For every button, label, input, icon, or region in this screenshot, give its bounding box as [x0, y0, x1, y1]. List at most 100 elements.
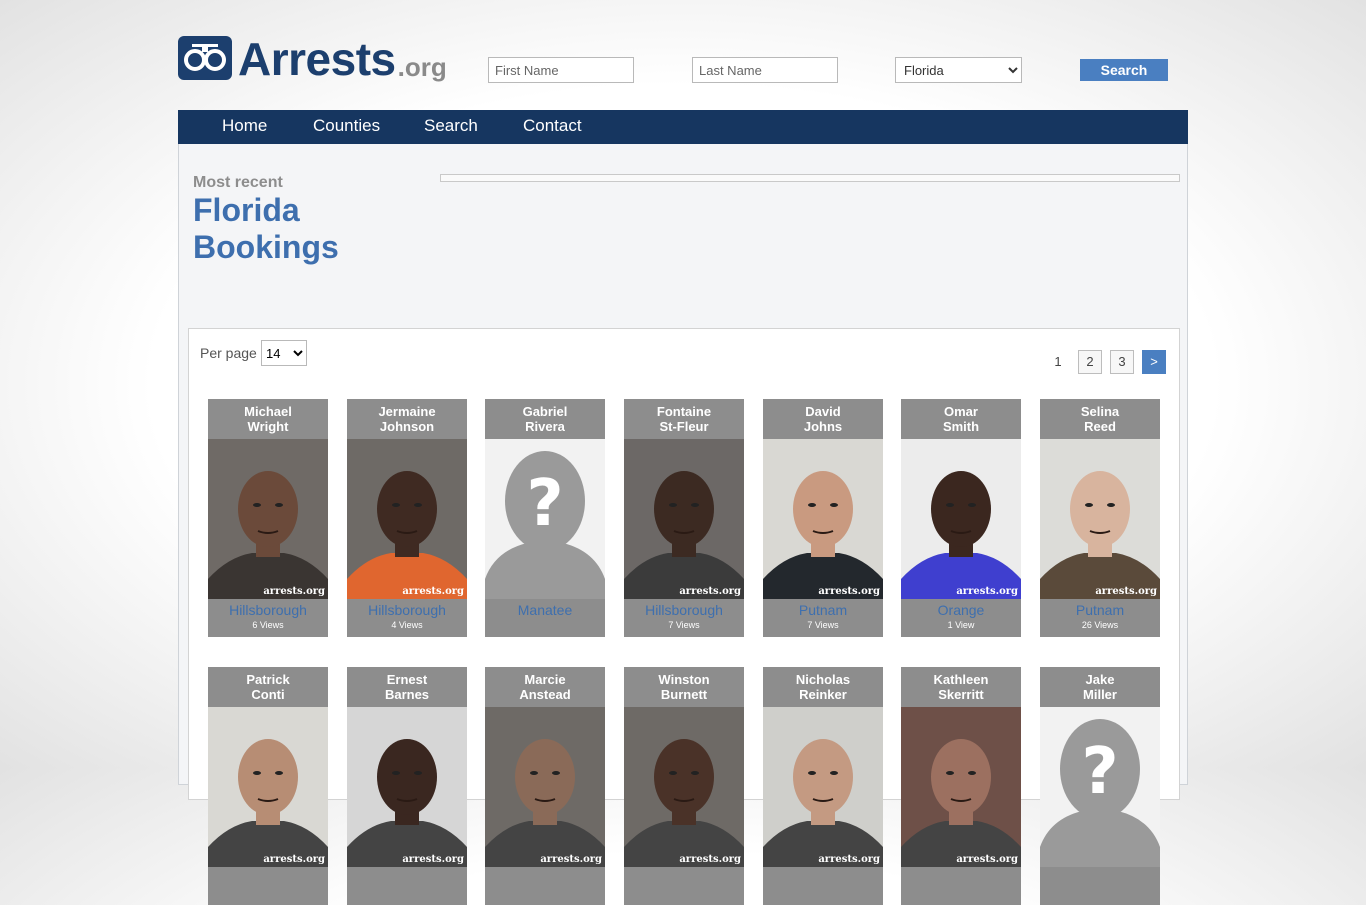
page-2-link[interactable]: 2: [1078, 350, 1102, 374]
page-title-line2: Bookings: [193, 229, 339, 265]
view-count: 6 Views: [252, 620, 284, 630]
mugshot-photo[interactable]: arrests.org: [485, 707, 605, 867]
view-count: 4 Views: [391, 620, 423, 630]
mugshot-photo[interactable]: arrests.org: [763, 707, 883, 867]
booking-card[interactable]: Jake Miller?: [1040, 667, 1160, 905]
nav-search[interactable]: Search: [424, 110, 478, 144]
search-button[interactable]: Search: [1080, 59, 1168, 81]
county-link[interactable]: Hillsborough: [624, 602, 744, 618]
booking-card[interactable]: Jermaine Johnson arrests.org Hillsborough 4 …: [347, 399, 467, 637]
booking-card[interactable]: Marcie Anstead arrests.org: [485, 667, 605, 905]
inmate-last-name: Skerritt: [938, 687, 984, 702]
booking-card[interactable]: Nicholas Reinker arrests.org: [763, 667, 883, 905]
watermark: arrests.org: [679, 854, 741, 865]
state-select[interactable]: Florida: [895, 57, 1022, 83]
inmate-last-name: Reinker: [799, 687, 847, 702]
inmate-name[interactable]: Selina Reed: [1040, 399, 1160, 439]
page-3-link[interactable]: 3: [1110, 350, 1134, 374]
watermark: arrests.org: [818, 854, 880, 865]
mugshot-photo[interactable]: arrests.org: [624, 707, 744, 867]
inmate-name[interactable]: Patrick Conti: [208, 667, 328, 707]
nav-home[interactable]: Home: [222, 110, 267, 144]
mugshot-photo[interactable]: arrests.org: [763, 439, 883, 599]
view-count: 26 Views: [1081, 620, 1119, 630]
ad-banner-placeholder: [440, 174, 1180, 182]
per-page-label: Per page: [200, 345, 257, 361]
no-photo-placeholder-icon[interactable]: ?: [485, 439, 605, 599]
inmate-name[interactable]: Omar Smith: [901, 399, 1021, 439]
booking-card[interactable]: Selina Reed arrests.org Putnam 26 Views: [1040, 399, 1160, 637]
booking-card[interactable]: Patrick Conti arrests.org: [208, 667, 328, 905]
inmate-first-name: Fontaine: [656, 404, 712, 419]
inmate-name[interactable]: Jermaine Johnson: [347, 399, 467, 439]
logo-text: Arrests: [238, 33, 396, 85]
watermark: arrests.org: [818, 586, 880, 597]
county-link[interactable]: Manatee: [485, 602, 605, 618]
mugshot-photo[interactable]: arrests.org: [208, 707, 328, 867]
county-link[interactable]: Putnam: [763, 602, 883, 618]
bookings-panel: Per page 14 1 2 3 > Michael Wright arrests…: [188, 328, 1180, 905]
last-name-input[interactable]: [692, 57, 838, 83]
page-1-current: 1: [1054, 354, 1062, 369]
inmate-name[interactable]: Michael Wright: [208, 399, 328, 439]
inmate-first-name: Gabriel: [522, 404, 568, 419]
booking-card[interactable]: Omar Smith arrests.org Orange 1 View: [901, 399, 1021, 637]
mugshot-photo[interactable]: arrests.org: [624, 439, 744, 599]
inmate-first-name: Omar: [944, 404, 978, 419]
handcuffs-logo-icon: [178, 36, 232, 80]
main-nav: Home Counties Search Contact: [178, 110, 1188, 144]
per-page-select[interactable]: 14: [261, 340, 307, 366]
inmate-last-name: Johnson: [379, 419, 435, 434]
inmate-name[interactable]: David Johns: [763, 399, 883, 439]
inmate-name[interactable]: Fontaine St-Fleur: [624, 399, 744, 439]
next-page-button[interactable]: >: [1142, 350, 1166, 374]
county-link[interactable]: Hillsborough: [347, 602, 467, 618]
inmate-first-name: Michael: [244, 404, 292, 419]
booking-card[interactable]: Kathleen Skerritt arrests.org: [901, 667, 1021, 905]
watermark: arrests.org: [1095, 586, 1157, 597]
booking-card[interactable]: Michael Wright arrests.org Hillsborough 6 Vi…: [208, 399, 328, 637]
no-photo-placeholder-icon[interactable]: ?: [1040, 707, 1160, 867]
county-link[interactable]: Putnam: [1040, 602, 1160, 618]
booking-card[interactable]: Winston Burnett arrests.org: [624, 667, 744, 905]
inmate-last-name: Burnett: [660, 687, 708, 702]
inmate-last-name: Smith: [942, 419, 980, 434]
nav-counties[interactable]: Counties: [313, 110, 380, 144]
mugshot-photo[interactable]: arrests.org: [208, 439, 328, 599]
booking-card[interactable]: Fontaine St-Fleur arrests.org Hillsborough 7…: [624, 399, 744, 637]
inmate-last-name: Reed: [1084, 419, 1116, 434]
inmate-first-name: Kathleen: [933, 672, 989, 687]
inmate-name[interactable]: Marcie Anstead: [485, 667, 605, 707]
inmate-first-name: Nicholas: [795, 672, 851, 687]
inmate-name[interactable]: Kathleen Skerritt: [901, 667, 1021, 707]
inmate-first-name: Selina: [1080, 404, 1120, 419]
logo-tld: .org: [397, 52, 447, 82]
county-link[interactable]: Hillsborough: [208, 602, 328, 618]
inmate-name[interactable]: Gabriel Rivera: [485, 399, 605, 439]
nav-contact[interactable]: Contact: [523, 110, 582, 144]
mugshot-photo[interactable]: arrests.org: [347, 439, 467, 599]
watermark: arrests.org: [540, 854, 602, 865]
watermark: arrests.org: [679, 586, 741, 597]
inmate-first-name: Jermaine: [378, 404, 436, 419]
first-name-input[interactable]: [488, 57, 634, 83]
site-logo[interactable]: Arrests .org: [178, 34, 447, 82]
inmate-last-name: Anstead: [519, 687, 571, 702]
booking-card[interactable]: Gabriel Rivera? Manatee: [485, 399, 605, 637]
mugshot-photo[interactable]: arrests.org: [901, 439, 1021, 599]
page-title: Florida Bookings: [193, 192, 339, 266]
mugshot-photo[interactable]: arrests.org: [347, 707, 467, 867]
booking-card[interactable]: Ernest Barnes arrests.org: [347, 667, 467, 905]
page-title-line1: Florida: [193, 192, 300, 228]
mugshot-photo[interactable]: arrests.org: [1040, 439, 1160, 599]
mugshot-photo[interactable]: arrests.org: [901, 707, 1021, 867]
inmate-name[interactable]: Winston Burnett: [624, 667, 744, 707]
inmate-last-name: Rivera: [525, 419, 565, 434]
booking-card[interactable]: David Johns arrests.org Putnam 7 Views: [763, 399, 883, 637]
county-link[interactable]: Orange: [901, 602, 1021, 618]
inmate-name[interactable]: Nicholas Reinker: [763, 667, 883, 707]
inmate-name[interactable]: Ernest Barnes: [347, 667, 467, 707]
watermark: arrests.org: [956, 586, 1018, 597]
watermark: arrests.org: [263, 854, 325, 865]
inmate-name[interactable]: Jake Miller: [1040, 667, 1160, 707]
